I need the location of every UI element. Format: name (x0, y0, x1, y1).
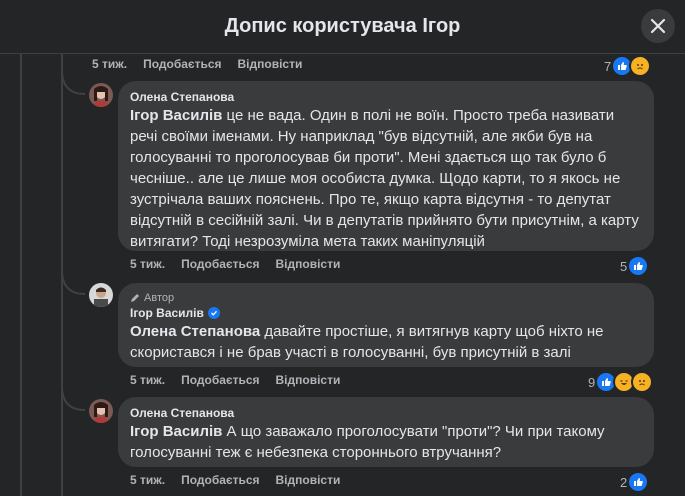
mention-link[interactable]: Олена Степанова (130, 323, 260, 340)
avatar[interactable] (89, 283, 113, 307)
thread-connector (61, 386, 86, 411)
reaction-count: 9 (588, 374, 596, 390)
thread-line-inner (20, 54, 22, 496)
avatar[interactable] (89, 399, 113, 423)
comment-time[interactable]: 5 тиж. (92, 57, 127, 71)
comment-author[interactable]: Олена Степанова (130, 89, 642, 105)
comment-time[interactable]: 5 тиж. (130, 473, 165, 487)
like-button[interactable]: Подобається (181, 473, 259, 487)
author-badge: Автор (130, 291, 642, 305)
dialog-header: Допис користувача Ігор (0, 0, 685, 54)
thread-connector (61, 70, 86, 95)
sad-face-icon (629, 55, 652, 77)
reply-button[interactable]: Відповісти (276, 257, 341, 271)
reply-button[interactable]: Відповісти (238, 57, 303, 71)
comment-actions: 5 тиж. Подобається Відповісти (92, 57, 318, 71)
like-button[interactable]: Подобається (143, 57, 221, 71)
reaction-summary[interactable]: 5 (620, 255, 650, 277)
reaction-summary[interactable]: 9 (588, 371, 654, 393)
comment-actions: 5 тиж. Подобається Відповісти (130, 373, 356, 387)
comment-author[interactable]: Ігор Василів (130, 305, 204, 321)
reaction-count: 7 (604, 58, 612, 74)
comment-time[interactable]: 5 тиж. (130, 373, 165, 387)
close-icon (650, 18, 666, 34)
comment-author[interactable]: Олена Степанова (130, 405, 642, 421)
comment-text: Олена Степанова давайте простіше, я витя… (130, 321, 642, 363)
reply-button[interactable]: Відповісти (276, 373, 341, 387)
comment-body: це не вада. Один в полі не воїн. Просто … (130, 107, 639, 250)
comment-bubble: Автор Ігор Василів Олена Степанова давай… (118, 283, 654, 367)
verified-badge-icon (207, 307, 220, 319)
mention-link[interactable]: Ігор Василів (130, 107, 222, 124)
thumbs-up-icon (627, 471, 650, 493)
thread-connector (61, 270, 86, 295)
comment-bubble: Олена Степанова Ігор Василів А що заважа… (118, 397, 654, 467)
like-button[interactable]: Подобається (181, 257, 259, 271)
reply-button[interactable]: Відповісти (276, 473, 341, 487)
thumbs-up-icon (627, 255, 650, 277)
author-badge-label: Автор (144, 292, 175, 304)
reaction-count: 2 (620, 474, 628, 490)
comment-text: Ігор Василів А що заважало проголосувати… (130, 421, 642, 463)
pencil-icon (131, 294, 139, 302)
reaction-summary[interactable]: 7 (604, 55, 652, 77)
comment-actions: 5 тиж. Подобається Відповісти (130, 473, 356, 487)
mention-link[interactable]: Ігор Василів (130, 423, 222, 440)
close-button[interactable] (641, 9, 675, 43)
reaction-summary[interactable]: 2 (620, 471, 650, 493)
comment-author-row: Ігор Василів (130, 305, 642, 321)
comment-bubble: Олена Степанова Ігор Василів це не вада.… (118, 81, 654, 251)
avatar[interactable] (89, 83, 113, 107)
like-button[interactable]: Подобається (181, 373, 259, 387)
dialog-title: Допис користувача Ігор (224, 15, 461, 37)
reaction-count: 5 (620, 258, 628, 274)
comment-actions: 5 тиж. Подобається Відповісти (130, 257, 356, 271)
comment-time[interactable]: 5 тиж. (130, 257, 165, 271)
comment-text: Ігор Василів це не вада. Один в полі не … (130, 105, 642, 252)
sad-face-icon (631, 371, 654, 393)
